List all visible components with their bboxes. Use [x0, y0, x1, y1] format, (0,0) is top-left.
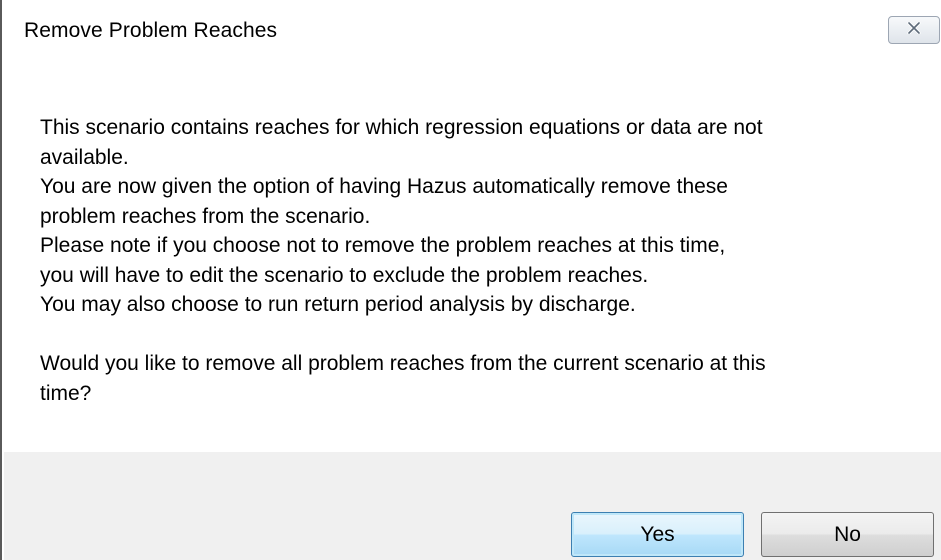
no-button[interactable]: No	[761, 512, 934, 557]
title-bar[interactable]: Remove Problem Reaches	[2, 0, 941, 62]
message-line: You may also choose to run return period…	[40, 293, 636, 316]
message-line: Please note if you choose not to remove …	[40, 234, 726, 257]
message-line: available.	[40, 145, 129, 169]
close-button[interactable]	[888, 16, 940, 44]
dialog-content: This scenario contains reaches for which…	[10, 62, 941, 452]
dialog-title: Remove Problem Reaches	[24, 19, 278, 42]
question-line: Would you like to remove all problem rea…	[40, 352, 766, 375]
question-line: time?	[40, 381, 92, 405]
yes-button[interactable]: Yes	[571, 512, 744, 557]
message-line: problem reaches from the scenario.	[40, 204, 371, 228]
message-line: You are now given the option of having H…	[40, 175, 728, 198]
button-bar: Yes No	[4, 452, 941, 560]
dialog-window: Remove Problem Reaches This scenario con…	[0, 0, 941, 560]
message-line: This scenario contains reaches for which…	[40, 116, 763, 139]
message-text: This scenario contains reaches for which…	[40, 113, 920, 408]
message-line: you will have to edit the scenario to ex…	[40, 263, 649, 287]
close-icon	[907, 21, 921, 39]
